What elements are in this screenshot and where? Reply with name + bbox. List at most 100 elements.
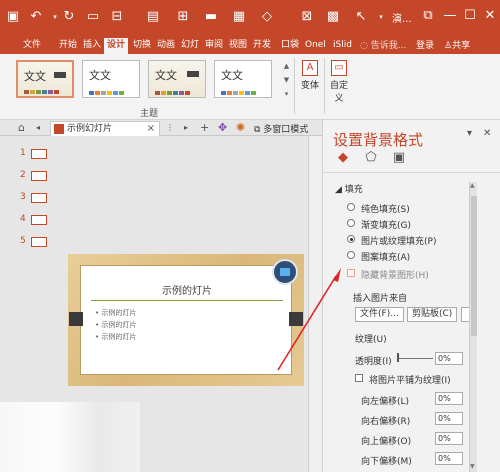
hide-background-checkbox[interactable]: 隐藏背景图形(H) — [347, 268, 429, 281]
undo-dropdown-icon[interactable]: ▾ — [50, 8, 60, 26]
theme-thumbnail-2[interactable]: 文文 — [82, 60, 140, 98]
minimize-icon[interactable]: — — [440, 6, 460, 26]
tab-file[interactable]: 文件 — [20, 38, 44, 54]
slide-title[interactable]: 示例的灯片 — [81, 282, 293, 297]
tab-animations[interactable]: 动画 — [154, 38, 178, 54]
tab-design[interactable]: 设计 — [104, 38, 129, 54]
multi-window-button[interactable]: ⧉ 多窗口模式 — [254, 122, 308, 135]
fill-option-solid[interactable]: 纯色填充(S) — [347, 202, 410, 215]
tab-insert[interactable]: 插入 — [80, 38, 104, 54]
tab-left-icon[interactable]: ◂ — [36, 121, 40, 135]
picture-icon[interactable]: ▣ — [391, 150, 407, 166]
tab-transitions[interactable]: 切换 — [130, 38, 154, 54]
tab-islide[interactable]: iSlid — [330, 38, 355, 54]
offset-up-input[interactable]: 0% — [435, 432, 463, 445]
transparency-input[interactable]: 0% — [435, 352, 463, 365]
undo-icon[interactable]: ↶ — [28, 8, 44, 26]
share-label: 共享 — [452, 41, 471, 51]
tell-me-search[interactable]: ◌ 告诉我... — [360, 38, 406, 52]
close-icon[interactable]: ✕ — [480, 6, 500, 26]
page-icon[interactable]: ▤ — [146, 8, 160, 26]
tab-review[interactable]: 审阅 — [202, 38, 226, 54]
style-icon[interactable]: ▬ — [204, 8, 218, 26]
home-icon[interactable]: ⌂ — [18, 121, 25, 135]
fill-bucket-icon[interactable]: ◆ — [335, 150, 351, 166]
save-icon[interactable]: ▣ — [6, 8, 20, 26]
tile-picture-checkbox[interactable]: 将图片平铺为纹理(I) — [355, 373, 451, 386]
file-button[interactable]: 文件(F)... — [355, 307, 404, 322]
restore-icon[interactable]: ⧉ — [418, 6, 438, 26]
scroll-down-icon[interactable]: ▼ — [470, 463, 475, 470]
tools-icon[interactable]: ⊠ — [300, 8, 314, 26]
clipboard-button[interactable]: 剪贴板(C) — [407, 307, 458, 322]
login-link[interactable]: 登录 — [416, 38, 434, 51]
tab-view[interactable]: 视图 — [226, 38, 250, 54]
fill-option-pattern[interactable]: 图案填充(A) — [347, 250, 410, 263]
pane-options-icon[interactable]: ▾ — [467, 128, 472, 139]
slide-bullet-2[interactable]: • 示例的灯片 — [95, 320, 136, 330]
tab-home[interactable]: 开始 — [56, 38, 80, 54]
slide-size-icon: ▭ — [331, 60, 347, 76]
shape-icon[interactable]: ◇ — [260, 8, 274, 26]
format-icon[interactable]: ⊞ — [176, 8, 190, 26]
slide-preview[interactable]: 示例的灯片 • 示例的灯片 • 示例的灯片 • 示例的灯片 — [68, 254, 304, 386]
offset-left-input[interactable]: 0% — [435, 392, 463, 405]
transparency-slider-knob[interactable] — [397, 353, 399, 362]
fill-option-picture[interactable]: 图片或纹理填充(P) — [347, 234, 436, 247]
tab-pocket[interactable]: 口袋 — [278, 38, 302, 54]
share-button[interactable]: ♙共享 — [444, 38, 470, 51]
theme-thumbnail-3[interactable]: 文文 — [148, 60, 206, 98]
maximize-icon[interactable]: ☐ — [460, 6, 480, 26]
user-icon: ♙ — [444, 41, 453, 51]
checkbox[interactable] — [355, 374, 363, 382]
grid-icon[interactable]: ▩ — [326, 8, 340, 26]
radio-button[interactable] — [347, 251, 355, 259]
tab-onekey[interactable]: Onel — [302, 38, 329, 54]
canvas-scrollbar[interactable] — [308, 136, 322, 472]
fill-section-header[interactable]: ◢ 填充 — [335, 182, 363, 195]
new-tab-icon[interactable]: + — [200, 121, 209, 135]
tab-more-icon[interactable]: ⋮ — [166, 121, 174, 135]
gallery-more-icon[interactable]: ▾ — [282, 88, 291, 100]
slide-bullet-1[interactable]: • 示例的灯片 — [95, 308, 136, 318]
checkbox[interactable] — [347, 269, 355, 277]
more-dropdown-icon[interactable]: ▾ — [376, 8, 386, 26]
tab-slideshow[interactable]: 幻灯 — [178, 38, 202, 54]
radio-button-selected[interactable] — [347, 235, 355, 243]
insert-from-label: 插入图片来自 — [353, 294, 408, 304]
monitor-badge-icon[interactable] — [272, 259, 298, 285]
slide-content: 示例的灯片 • 示例的灯片 • 示例的灯片 • 示例的灯片 — [80, 265, 292, 375]
effects-pentagon-icon[interactable]: ⬠ — [363, 150, 379, 166]
pane-scrollbar[interactable]: ▲ ▼ — [469, 182, 477, 472]
offset-right-input[interactable]: 0% — [435, 412, 463, 425]
slide-icon[interactable]: ▭ — [86, 8, 100, 26]
scroll-up-icon[interactable]: ▲ — [470, 182, 475, 189]
document-tab[interactable]: 示例幻灯片 × — [50, 121, 160, 136]
slide-bullet-3[interactable]: • 示例的灯片 — [95, 332, 136, 342]
redo-icon[interactable]: ↻ — [62, 8, 76, 26]
pane-close-icon[interactable]: ✕ — [483, 128, 491, 139]
document-tab-strip: ⌂ ◂ 示例幻灯片 × ⋮ ▸ + ✥ ✺ ⧉ 多窗口模式 — [0, 120, 322, 136]
fill-option-gradient[interactable]: 渐变填充(G) — [347, 218, 411, 231]
cursor-icon[interactable]: ↖ — [354, 8, 368, 26]
radio-button[interactable] — [347, 219, 355, 227]
theme-thumbnail-4[interactable]: 文文 — [214, 60, 272, 98]
tab-puzzle-icon[interactable]: ✥ — [218, 121, 227, 135]
gallery-scroll-up-icon[interactable]: ▲ — [282, 60, 291, 72]
variants-button[interactable]: A 变体 — [297, 60, 323, 91]
scroll-thumb[interactable] — [471, 196, 477, 336]
gallery-scroll-down-icon[interactable]: ▼ — [282, 74, 291, 86]
tab-developer[interactable]: 开发 — [250, 38, 274, 54]
radio-button[interactable] — [347, 203, 355, 211]
customize-button[interactable]: ▭ 自定义 — [327, 60, 351, 104]
tab-gear-icon[interactable]: ✺ — [236, 121, 245, 135]
close-tab-icon[interactable]: × — [147, 122, 155, 136]
offset-down-input[interactable]: 0% — [435, 452, 463, 465]
tab-right-icon[interactable]: ▸ — [184, 121, 188, 135]
customize-icon[interactable]: ⊟ — [110, 8, 124, 26]
theme-accent-tab — [187, 71, 199, 77]
text-box-icon[interactable]: ▦ — [232, 8, 246, 26]
theme-thumbnail-1[interactable]: 文文 — [16, 60, 74, 98]
transparency-slider[interactable] — [397, 358, 433, 359]
theme-thumbnail-title: 文文 — [155, 69, 177, 82]
